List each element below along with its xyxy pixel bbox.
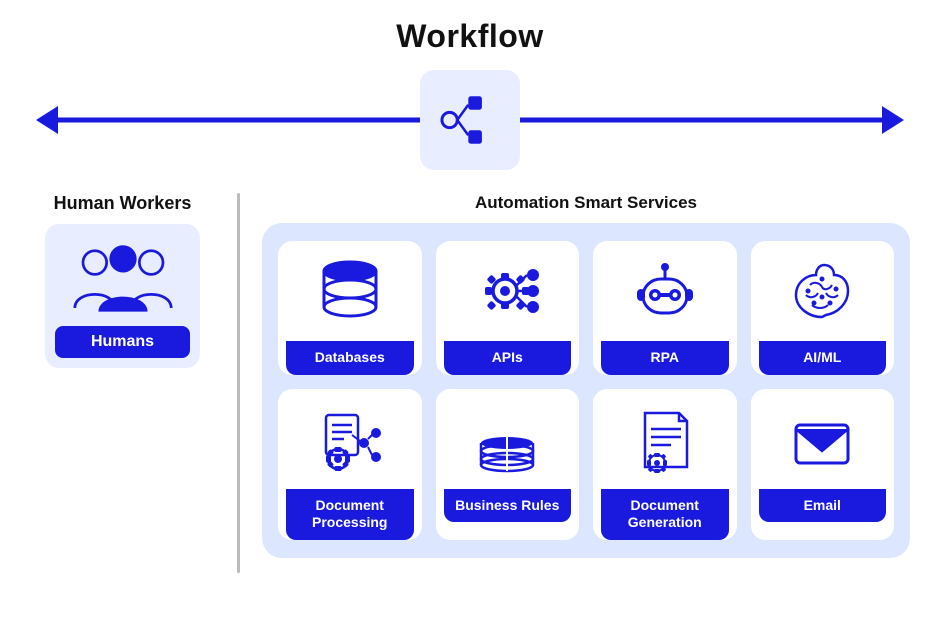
- apis-icon: [467, 255, 547, 331]
- services-grid-outer: Databases: [262, 223, 910, 558]
- workflow-icon-box: [420, 70, 520, 170]
- services-grid: Databases: [278, 241, 894, 540]
- human-workers-title: Human Workers: [54, 193, 192, 214]
- business-rules-icon: [467, 403, 547, 479]
- databases-icon: [310, 255, 390, 331]
- databases-label: Databases: [286, 341, 414, 375]
- service-card-document-processing: DocumentProcessing: [278, 389, 422, 540]
- document-processing-icon: [310, 403, 390, 479]
- document-generation-label: DocumentGeneration: [601, 489, 729, 540]
- service-card-business-rules: Business Rules: [436, 389, 580, 540]
- main-layout: Human Workers Humans Au: [0, 193, 940, 573]
- humans-label: Humans: [55, 326, 190, 358]
- rpa-label: RPA: [601, 341, 729, 375]
- left-panel: Human Workers Humans: [30, 193, 215, 368]
- apis-label: APIs: [444, 341, 572, 375]
- service-card-aiml: AI/ML: [751, 241, 895, 375]
- arrow-left-icon: [36, 106, 58, 134]
- automation-title: Automation Smart Services: [262, 193, 910, 213]
- service-card-email: Email: [751, 389, 895, 540]
- service-card-rpa: RPA: [593, 241, 737, 375]
- vertical-divider: [237, 193, 240, 573]
- document-processing-label: DocumentProcessing: [286, 489, 414, 540]
- humans-box: Humans: [45, 224, 200, 368]
- service-card-databases: Databases: [278, 241, 422, 375]
- email-icon: [782, 403, 862, 479]
- humans-svg: [73, 233, 173, 323]
- workflow-icon: [436, 86, 504, 154]
- page-title: Workflow: [0, 0, 940, 55]
- document-generation-icon: [625, 403, 705, 479]
- service-card-document-generation: DocumentGeneration: [593, 389, 737, 540]
- workflow-arrow-row: [0, 65, 940, 175]
- service-card-apis: APIs: [436, 241, 580, 375]
- aiml-icon: [782, 255, 862, 331]
- email-label: Email: [759, 489, 887, 523]
- arrow-right-icon: [882, 106, 904, 134]
- rpa-icon: [625, 255, 705, 331]
- right-panel: Automation Smart Services: [262, 193, 910, 558]
- aiml-label: AI/ML: [759, 341, 887, 375]
- humans-icon: [73, 238, 173, 318]
- business-rules-label: Business Rules: [444, 489, 572, 523]
